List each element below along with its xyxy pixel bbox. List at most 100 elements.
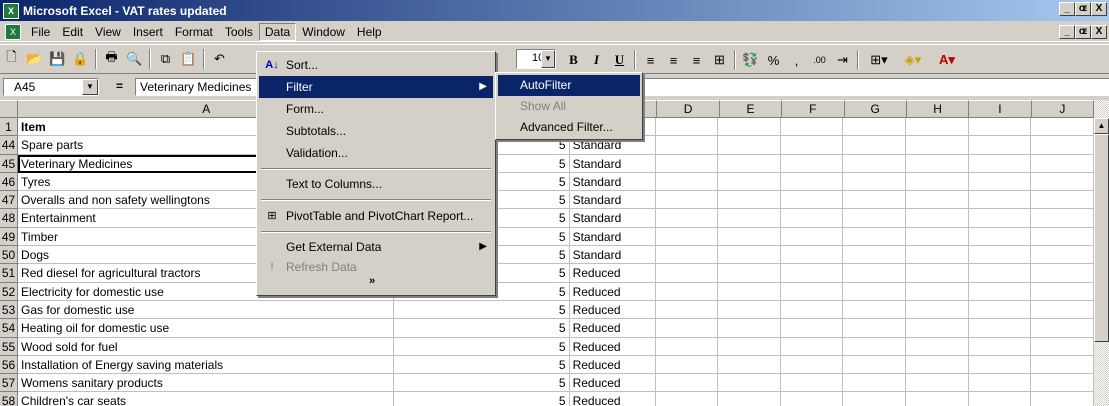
grid-cell[interactable]: [718, 282, 781, 301]
underline-button[interactable]: U: [608, 49, 631, 71]
grid-cell[interactable]: [1031, 355, 1094, 375]
grid-cell[interactable]: [1031, 154, 1094, 173]
cell-item[interactable]: Installation of Energy saving materials: [18, 355, 394, 375]
grid-cell[interactable]: [906, 227, 969, 247]
undo-icon[interactable]: ↶: [208, 48, 231, 70]
chevron-down-icon[interactable]: ▼: [82, 79, 98, 95]
close-button[interactable]: X: [1091, 2, 1107, 16]
column-header-h[interactable]: H: [906, 100, 970, 118]
row-header[interactable]: 54: [0, 319, 19, 338]
grid-cell[interactable]: [968, 227, 1032, 247]
row-header[interactable]: 51: [0, 264, 19, 283]
menu-item-pivottable[interactable]: ⊞ PivotTable and PivotChart Report...: [259, 205, 493, 227]
grid-cell[interactable]: [718, 191, 781, 210]
grid-cell[interactable]: [843, 392, 907, 406]
grid-cell[interactable]: [843, 264, 907, 283]
grid-cell[interactable]: [655, 136, 719, 155]
cell-rate[interactable]: 5: [394, 392, 570, 406]
grid-cell[interactable]: [655, 172, 719, 192]
grid-cell[interactable]: [906, 337, 969, 356]
grid-cell[interactable]: [968, 246, 1032, 265]
cell-type[interactable]: Reduced: [570, 392, 656, 406]
grid-cell[interactable]: [843, 154, 907, 173]
grid-cell[interactable]: [968, 154, 1032, 173]
document-icon[interactable]: X: [5, 23, 21, 40]
grid-cell[interactable]: [780, 264, 844, 283]
menu-edit[interactable]: Edit: [56, 23, 89, 41]
grid-cell[interactable]: [655, 209, 719, 228]
column-header-f[interactable]: F: [782, 100, 845, 118]
grid-cell[interactable]: [655, 264, 719, 283]
row-header[interactable]: 44: [0, 136, 19, 155]
grid-cell[interactable]: [968, 282, 1032, 301]
grid-cell[interactable]: [780, 191, 844, 210]
grid-cell[interactable]: [1031, 118, 1094, 137]
grid-cell[interactable]: [906, 300, 969, 320]
grid-cell[interactable]: [968, 300, 1032, 320]
currency-icon[interactable]: 💱: [739, 49, 762, 71]
excel-app-icon[interactable]: X: [3, 2, 19, 19]
row-header[interactable]: 47: [0, 191, 19, 210]
select-all-corner[interactable]: [0, 100, 19, 118]
cell-type[interactable]: Standard: [569, 246, 656, 265]
cell-rate[interactable]: 5: [393, 319, 570, 338]
row-header[interactable]: 50: [0, 246, 19, 265]
grid-cell[interactable]: [968, 319, 1032, 338]
grid-cell[interactable]: [906, 319, 969, 338]
cell-item[interactable]: Heating oil for domestic use: [18, 319, 394, 338]
grid-cell[interactable]: [843, 355, 907, 375]
expand-menu-chevron-icon[interactable]: »: [369, 275, 375, 287]
grid-cell[interactable]: [843, 118, 907, 137]
grid-cell[interactable]: [968, 264, 1032, 283]
copy-icon[interactable]: ⧉: [154, 48, 177, 70]
cell-type[interactable]: Standard: [569, 209, 656, 228]
grid-cell[interactable]: [1031, 300, 1094, 320]
grid-cell[interactable]: [906, 209, 969, 228]
grid-cell[interactable]: [780, 355, 844, 375]
menu-window[interactable]: Window: [296, 23, 351, 41]
grid-cell[interactable]: [780, 337, 844, 356]
row-header[interactable]: 56: [0, 355, 19, 375]
grid-cell[interactable]: [906, 172, 969, 192]
column-header-j[interactable]: J: [1031, 100, 1094, 118]
row-header[interactable]: 53: [0, 300, 19, 320]
grid-cell[interactable]: [843, 209, 907, 228]
cell-rate[interactable]: 5: [393, 337, 570, 356]
grid-cell[interactable]: [1031, 227, 1094, 247]
scroll-thumb[interactable]: [1094, 134, 1109, 342]
cell-rate[interactable]: 5: [393, 374, 570, 393]
grid-cell[interactable]: [655, 118, 719, 137]
grid-cell[interactable]: [843, 136, 907, 155]
doc-close-button[interactable]: X: [1091, 25, 1107, 39]
cell-rate[interactable]: 5: [393, 355, 570, 375]
cell-item[interactable]: Wood sold for fuel: [18, 337, 394, 356]
cell-type[interactable]: Reduced: [569, 337, 656, 356]
grid-cell[interactable]: [718, 319, 781, 338]
cell-item[interactable]: Gas for domestic use: [18, 300, 394, 320]
cell-type[interactable]: Standard: [569, 191, 656, 210]
grid-cell[interactable]: [656, 392, 719, 406]
grid-cell[interactable]: [968, 374, 1032, 393]
grid-cell[interactable]: [1031, 319, 1094, 338]
row-header[interactable]: 49: [0, 227, 19, 247]
grid-cell[interactable]: [1031, 264, 1094, 283]
grid-cell[interactable]: [906, 264, 969, 283]
column-header-d[interactable]: D: [657, 100, 720, 118]
grid-cell[interactable]: [655, 337, 719, 356]
minimize-button[interactable]: _: [1059, 2, 1075, 16]
cell-type[interactable]: Reduced: [569, 355, 656, 375]
column-header-g[interactable]: G: [844, 100, 907, 118]
row-header[interactable]: 52: [0, 282, 19, 301]
column-header-i[interactable]: I: [969, 100, 1032, 118]
grid-cell[interactable]: [655, 282, 719, 301]
grid-cell[interactable]: [906, 282, 969, 301]
increase-decimal-icon[interactable]: .00: [808, 49, 831, 71]
grid-cell[interactable]: [968, 136, 1032, 155]
menu-item-form[interactable]: Form...: [259, 98, 493, 120]
cell-rate[interactable]: 5: [393, 300, 570, 320]
menu-tools[interactable]: Tools: [219, 23, 259, 41]
grid-cell[interactable]: [718, 246, 781, 265]
print-preview-icon[interactable]: 🔍: [123, 48, 146, 70]
grid-cell[interactable]: [968, 172, 1032, 192]
borders-icon[interactable]: ⊞▾: [862, 49, 896, 71]
